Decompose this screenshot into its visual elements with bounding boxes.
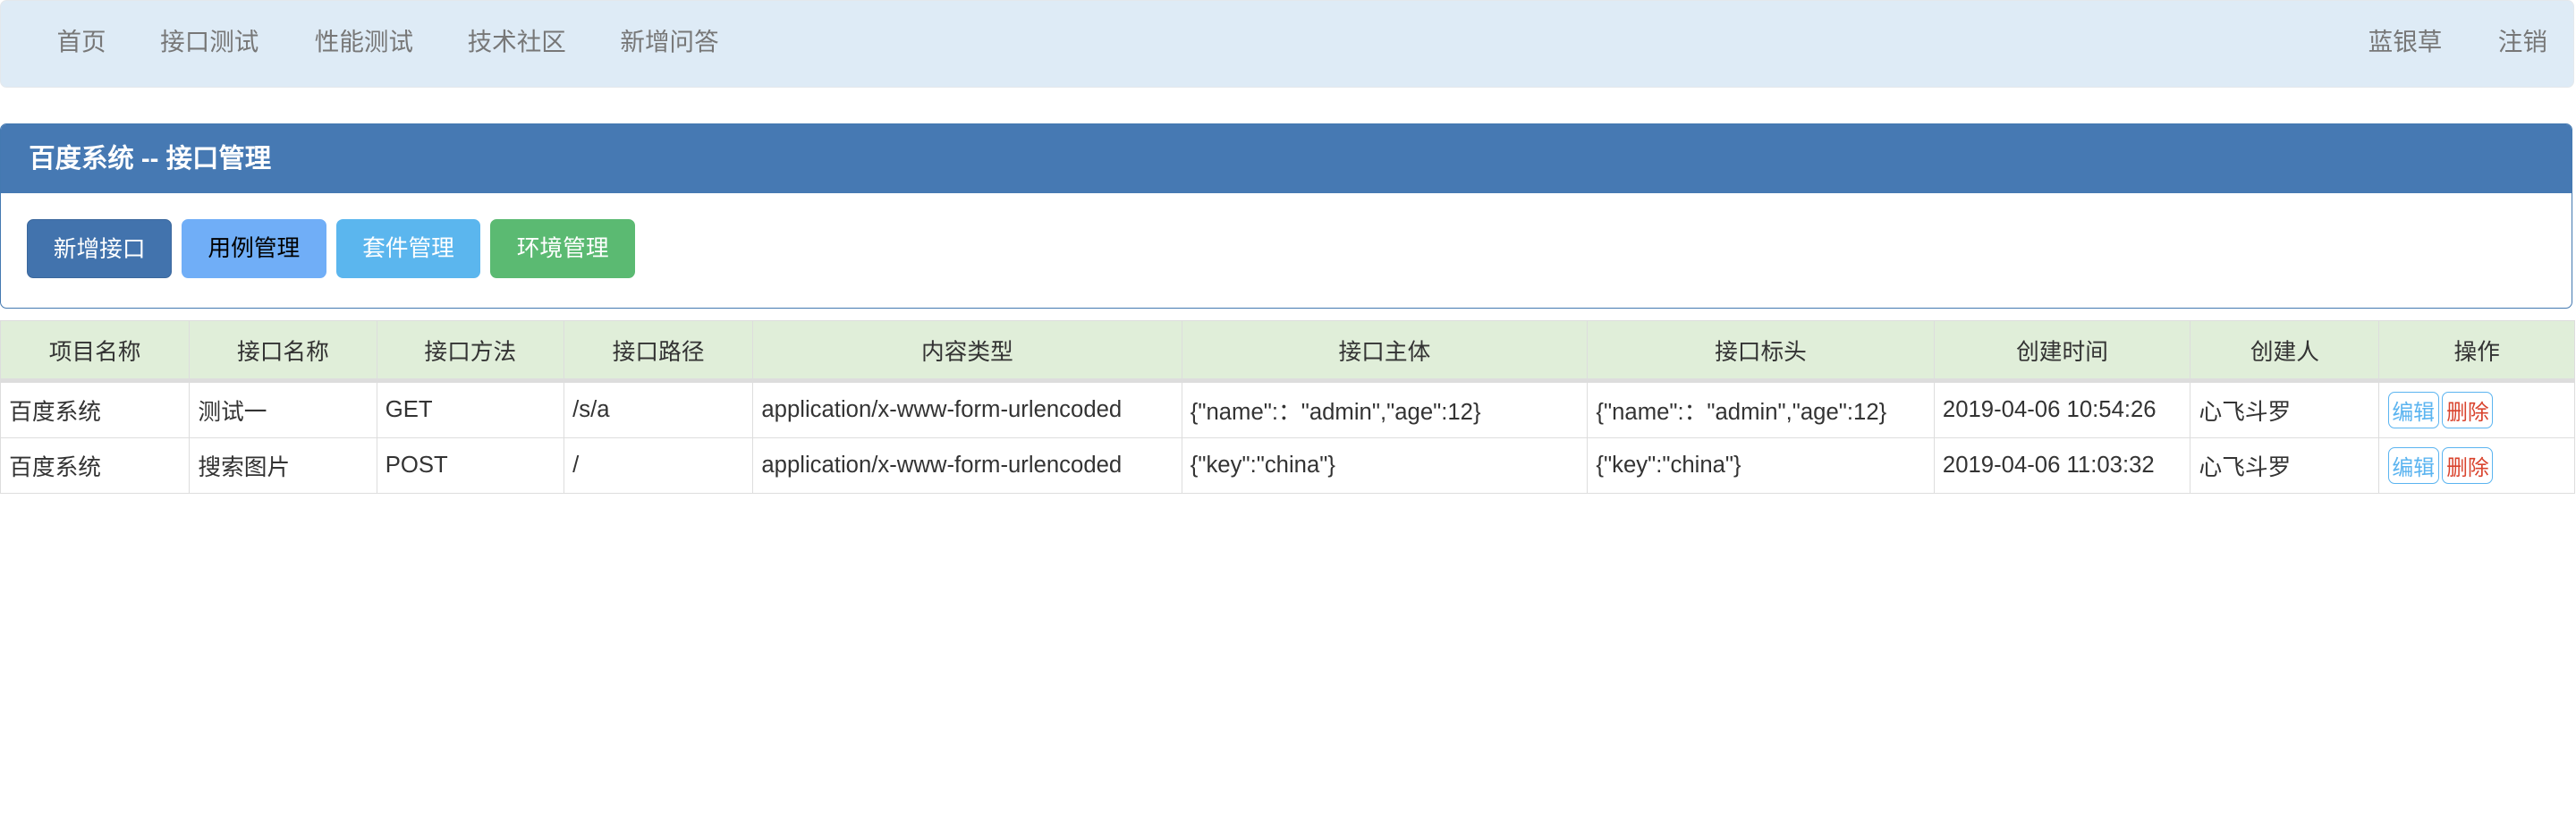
environment-management-button[interactable]: 环境管理 [490, 219, 635, 279]
cell-content-type: application/x-www-form-urlencoded [752, 380, 1182, 439]
cell-actions: 编辑 删除 [2378, 380, 2576, 439]
cell-api-name: 搜索图片 [189, 437, 377, 494]
col-project: 项目名称 [0, 320, 191, 384]
delete-button[interactable]: 删除 [2442, 447, 2494, 484]
case-management-button[interactable]: 用例管理 [182, 219, 326, 279]
nav-user[interactable]: 蓝银草 [2368, 1, 2443, 83]
nav-api-test[interactable]: 接口测试 [160, 1, 258, 83]
cell-content-type: application/x-www-form-urlencoded [752, 437, 1182, 494]
cell-created-time: 2019-04-06 10:54:26 [1933, 380, 2191, 439]
col-headers: 接口标头 [1587, 320, 1935, 384]
cell-path: / [563, 437, 754, 494]
nav-community[interactable]: 技术社区 [468, 1, 566, 83]
delete-button[interactable]: 删除 [2442, 392, 2494, 429]
cell-actions: 编辑 删除 [2378, 437, 2576, 494]
cell-headers: {"name":："admin","age":12} [1587, 380, 1935, 439]
cell-project: 百度系统 [0, 380, 191, 439]
cell-creator: 心飞斗罗 [2190, 437, 2380, 494]
nav-performance-test[interactable]: 性能测试 [315, 1, 413, 83]
col-content-type: 内容类型 [752, 320, 1182, 384]
cell-headers: {"key":"china"} [1587, 437, 1935, 494]
cell-method: POST [376, 437, 564, 494]
cell-creator: 心飞斗罗 [2190, 380, 2380, 439]
cell-body: {"key":"china"} [1181, 437, 1589, 494]
cell-project: 百度系统 [0, 437, 191, 494]
table-row: 百度系统 测试一 GET /s/a application/x-www-form… [0, 380, 2576, 439]
nav-home[interactable]: 首页 [56, 1, 106, 83]
top-navbar: 首页 接口测试 性能测试 技术社区 新增问答 蓝银草 注销 [0, 0, 2575, 88]
table-row: 百度系统 搜索图片 POST / application/x-www-form-… [0, 437, 2576, 494]
suite-management-button[interactable]: 套件管理 [335, 219, 481, 279]
panel-title: 百度系统 -- 接口管理 [1, 123, 2572, 193]
add-api-button[interactable]: 新增接口 [27, 219, 172, 279]
col-actions: 操作 [2378, 320, 2576, 384]
col-path: 接口路径 [563, 320, 754, 384]
col-api-name: 接口名称 [189, 320, 377, 384]
api-table: 项目名称 接口名称 接口方法 接口路径 内容类型 接口主体 接口标头 创建时间 … [0, 320, 2576, 494]
cell-api-name: 测试一 [189, 380, 377, 439]
col-body: 接口主体 [1181, 320, 1589, 384]
nav-new-question[interactable]: 新增问答 [620, 1, 718, 83]
col-creator: 创建人 [2190, 320, 2380, 384]
cell-body: {"name":："admin","age":12} [1181, 380, 1589, 439]
nav-logout[interactable]: 注销 [2498, 1, 2547, 83]
col-method: 接口方法 [376, 320, 564, 384]
cell-created-time: 2019-04-06 11:03:32 [1933, 437, 2191, 494]
table-header-row: 项目名称 接口名称 接口方法 接口路径 内容类型 接口主体 接口标头 创建时间 … [0, 320, 2576, 384]
col-created-time: 创建时间 [1933, 320, 2191, 384]
api-management-panel: 百度系统 -- 接口管理 新增接口 用例管理 套件管理 环境管理 [0, 123, 2573, 309]
cell-method: GET [376, 380, 564, 439]
edit-button[interactable]: 编辑 [2387, 447, 2439, 484]
cell-path: /s/a [563, 380, 754, 439]
edit-button[interactable]: 编辑 [2387, 392, 2439, 429]
